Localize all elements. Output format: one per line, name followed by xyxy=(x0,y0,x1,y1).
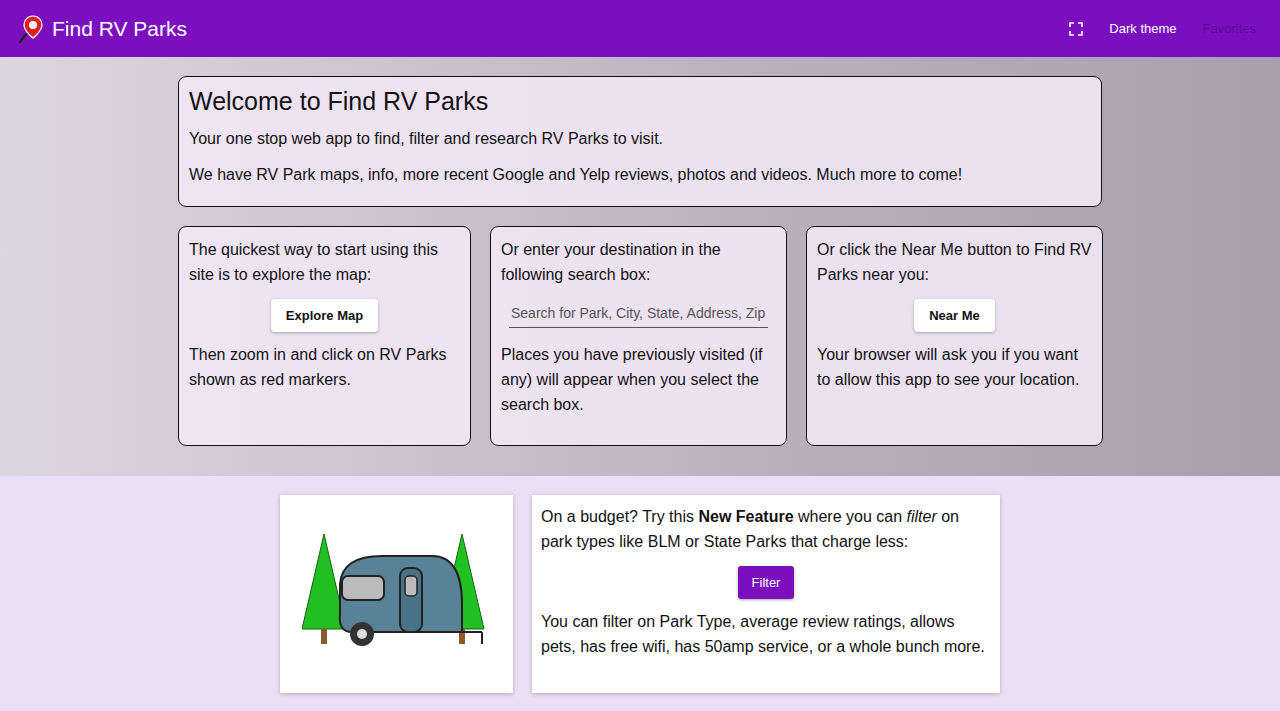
app-bar: Find RV Parks Dark theme Favorites xyxy=(0,0,1280,57)
start-card-intro: The quickest way to start using this sit… xyxy=(189,237,460,287)
welcome-text: We have RV Park maps, info, more recent … xyxy=(189,162,1091,187)
feature-text-part: filter xyxy=(907,508,937,525)
start-card: Or click the Near Me button to Find RV P… xyxy=(806,226,1103,446)
welcome-title: Welcome to Find RV Parks xyxy=(189,87,1091,116)
app-title: Find RV Parks xyxy=(52,17,187,41)
feature-card: On a budget? Try this New Feature where … xyxy=(532,495,1000,693)
feature-text-part: On a budget? Try this xyxy=(541,508,698,525)
start-card: Or enter your destination in the followi… xyxy=(490,226,787,446)
hero-photo: Welcome to Find RV Parks Your one stop we… xyxy=(0,57,1280,476)
start-card-note: Then zoom in and click on RV Parks shown… xyxy=(189,342,460,392)
feature-section: On a budget? Try this New Feature where … xyxy=(0,476,1280,693)
welcome-text: Your one stop web app to find, filter an… xyxy=(189,126,1091,151)
camper-image-card xyxy=(280,495,513,693)
start-card-note: Places you have previously visited (if a… xyxy=(501,342,776,417)
fullscreen-icon[interactable] xyxy=(1069,22,1083,36)
start-card-note: Your browser will ask you if you want to… xyxy=(817,342,1092,392)
search-input[interactable] xyxy=(509,299,768,328)
brand[interactable]: Find RV Parks xyxy=(18,14,187,44)
feature-intro: On a budget? Try this New Feature where … xyxy=(541,504,991,554)
start-card-intro: Or enter your destination in the followi… xyxy=(501,237,776,287)
feature-note: You can filter on Park Type, average rev… xyxy=(541,609,991,659)
feature-text-part: where you can xyxy=(794,508,907,525)
app-actions: Dark theme Favorites xyxy=(1069,15,1262,42)
start-card-button[interactable]: Near Me xyxy=(914,299,995,332)
start-cards: The quickest way to start using this sit… xyxy=(178,226,1102,446)
app-bar-button: Favorites xyxy=(1197,15,1262,42)
app-bar-button[interactable]: Dark theme xyxy=(1103,15,1182,42)
feature-text-part: New Feature xyxy=(698,508,793,525)
start-card: The quickest way to start using this sit… xyxy=(178,226,471,446)
welcome-card: Welcome to Find RV Parks Your one stop we… xyxy=(178,76,1102,207)
start-card-intro: Or click the Near Me button to Find RV P… xyxy=(817,237,1092,287)
map-pin-search-icon xyxy=(18,14,48,44)
start-card-button[interactable]: Explore Map xyxy=(271,299,378,332)
filter-button[interactable]: Filter xyxy=(738,566,795,599)
page: Find RV Parks Dark theme Favorites Welcome … xyxy=(0,0,1280,711)
camper-trailer-icon xyxy=(302,534,492,654)
